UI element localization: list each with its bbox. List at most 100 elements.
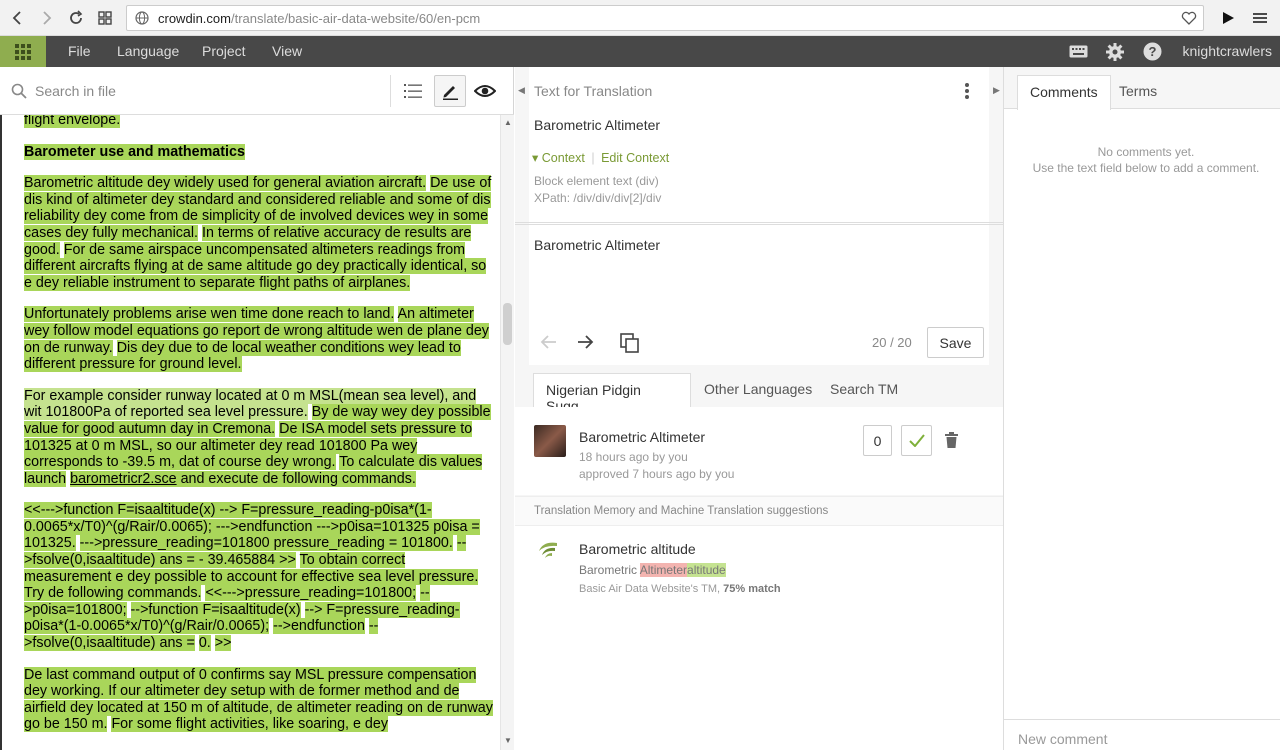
gear-icon[interactable] xyxy=(1105,42,1125,67)
diff-base: Barometric xyxy=(579,563,640,577)
suggestion-card[interactable]: Barometric Altimeter 18 hours ago by you… xyxy=(515,407,1003,495)
tab-terms[interactable]: Terms xyxy=(1107,75,1169,110)
doc-segment[interactable]: For some flight activities, like soaring… xyxy=(111,716,388,733)
doc-segment[interactable]: Unfortunately problems arise wen time do… xyxy=(24,306,395,323)
doc-segment[interactable]: Barometric altitude dey widely used for … xyxy=(24,175,427,192)
doc-segment[interactable]: --->pressure_reading=101800 pressure_rea… xyxy=(79,535,453,552)
doc-heading[interactable]: Barometer use and mathematics xyxy=(24,143,245,160)
tm-header-text: Translation Memory and Machine Translati… xyxy=(534,505,829,517)
menu-file[interactable]: File xyxy=(68,43,91,59)
tabs-grid-icon[interactable] xyxy=(95,8,115,28)
doc-segment[interactable]: and execute de following commands. xyxy=(180,470,416,487)
diff-deleted: Altimeter xyxy=(639,563,688,577)
empty-comments-title: No comments yet. xyxy=(1097,145,1195,159)
heart-icon[interactable] xyxy=(1181,10,1197,31)
help-icon[interactable]: ? xyxy=(1143,42,1162,66)
vote-count[interactable]: 0 xyxy=(863,425,892,456)
source-document-panel: Search in file flight envelope. Baromete… xyxy=(0,67,514,750)
chevron-down-icon[interactable]: ▾ xyxy=(532,151,538,165)
avatar xyxy=(534,425,566,457)
address-bar[interactable]: crowdin.com/translate/basic-air-data-web… xyxy=(126,5,1204,31)
tm-suggestion-text[interactable]: Barometric altitude xyxy=(579,541,696,557)
panel-title: Text for Translation xyxy=(534,83,653,99)
apps-grid-icon[interactable] xyxy=(0,36,46,67)
tm-diff: Barometric Altimeteraltitude xyxy=(579,563,726,577)
copy-source-icon[interactable] xyxy=(620,333,639,358)
scroll-up-icon[interactable]: ▲ xyxy=(504,118,512,127)
suggestion-text[interactable]: Barometric Altimeter xyxy=(579,429,705,445)
source-string: Barometric Altimeter xyxy=(534,117,661,133)
doc-segment[interactable]: For de same airspace uncompensated altim… xyxy=(24,241,487,291)
approve-check-icon[interactable] xyxy=(901,425,932,456)
tm-source-name: Basic Air Data Website's TM, xyxy=(579,583,724,595)
diff-inserted: altitude xyxy=(687,563,726,577)
user-menu[interactable]: knightcrawlers xyxy=(1183,43,1272,59)
edit-context-link[interactable]: Edit Context xyxy=(601,151,669,165)
new-comment-field[interactable]: New comment xyxy=(1004,719,1280,750)
translation-textarea[interactable]: Barometric Altimeter xyxy=(534,237,660,253)
tm-match-percent: 75% match xyxy=(723,583,781,595)
doc-segment[interactable]: <<--->pressure_reading=101800; xyxy=(205,585,417,602)
preview-eye-icon[interactable] xyxy=(469,75,501,107)
url-text: crowdin.com/translate/basic-air-data-web… xyxy=(158,11,481,26)
trash-icon[interactable] xyxy=(945,432,958,453)
doc-link[interactable]: barometricr2.sce xyxy=(70,470,177,487)
translation-panel: ◀ ▶ Text for Translation Barometric Alti… xyxy=(515,67,1003,750)
collapse-left-icon[interactable]: ◀ xyxy=(518,85,525,96)
doc-segment[interactable]: -->function F=isaaltitude(x) xyxy=(130,601,301,618)
menu-view[interactable]: View xyxy=(272,43,302,59)
app-menu-bar: File Language Project View ? knightcrawl… xyxy=(0,36,1280,67)
scroll-down-icon[interactable]: ▼ xyxy=(504,736,512,745)
suggestions-section: Nigerian Pidgin Sugg... Other Languages … xyxy=(515,365,1003,750)
suggestion-meta: 18 hours ago by you xyxy=(579,450,688,464)
divider xyxy=(515,224,1003,225)
collapse-right-icon[interactable]: ▶ xyxy=(993,85,1000,96)
back-icon[interactable] xyxy=(8,8,28,28)
menu-project[interactable]: Project xyxy=(202,43,246,59)
globe-icon xyxy=(135,11,149,30)
right-tabs: Comments Terms xyxy=(1004,67,1280,110)
context-info-line: Block element text (div) xyxy=(534,174,659,188)
context-row: ▾ Context | Edit Context xyxy=(532,151,670,165)
suggestion-tabs: Nigerian Pidgin Sugg... Other Languages … xyxy=(515,365,1003,414)
tab-search-tm[interactable]: Search TM xyxy=(818,373,910,407)
tm-header: Translation Memory and Machine Translati… xyxy=(515,496,1003,526)
save-button[interactable]: Save xyxy=(927,327,984,358)
char-counter: 20 / 20 xyxy=(872,335,912,350)
suggestion-approval: approved 7 hours ago by you xyxy=(579,467,735,481)
divider xyxy=(515,222,1003,223)
arrow-left-icon[interactable] xyxy=(540,333,558,356)
more-options-icon[interactable] xyxy=(964,82,970,105)
doc-segment[interactable]: >> xyxy=(214,635,232,652)
scrollbar-thumb[interactable] xyxy=(503,303,512,345)
context-info: Block element text (div) XPath: /div/div… xyxy=(534,173,661,206)
search-input[interactable]: Search in file xyxy=(35,83,116,99)
browser-toolbar: crowdin.com/translate/basic-air-data-web… xyxy=(0,0,1280,36)
arrow-right-icon[interactable] xyxy=(576,333,594,356)
forward-icon[interactable] xyxy=(36,8,56,28)
source-document: flight envelope. Barometer use and mathe… xyxy=(0,115,500,750)
comments-panel: Comments Terms No comments yet. Use the … xyxy=(1003,67,1280,750)
reload-icon[interactable] xyxy=(66,8,86,28)
tab-pidgin-suggestions[interactable]: Nigerian Pidgin Sugg... xyxy=(533,373,691,414)
tm-suggestion-card[interactable]: Barometric altitude Barometric Altimeter… xyxy=(515,526,1003,750)
menu-language[interactable]: Language xyxy=(117,43,179,59)
context-toggle[interactable]: Context xyxy=(542,151,585,165)
tab-other-languages[interactable]: Other Languages xyxy=(692,373,824,407)
empty-comments-hint: Use the text field below to add a commen… xyxy=(1032,161,1260,175)
empty-comments-message: No comments yet. Use the text field belo… xyxy=(1004,144,1280,176)
list-view-icon[interactable] xyxy=(397,75,429,107)
new-comment-placeholder: New comment xyxy=(1018,731,1108,747)
keyboard-icon[interactable] xyxy=(1069,45,1088,63)
doc-segment[interactable]: -->endfunction xyxy=(273,618,365,635)
doc-segment[interactable]: 0. xyxy=(198,635,211,652)
document-scrollbar[interactable]: ▲ ▼ xyxy=(500,115,514,750)
tab-comments[interactable]: Comments xyxy=(1017,75,1111,110)
browser-menu-icon[interactable] xyxy=(1250,8,1270,28)
search-icon xyxy=(11,83,27,104)
tm-logo-icon xyxy=(537,541,559,564)
flag-icon[interactable] xyxy=(1218,8,1238,28)
edit-mode-pencil-icon[interactable] xyxy=(434,75,466,107)
doc-segment[interactable]: Try de following commands. xyxy=(24,585,202,602)
doc-segment[interactable]: flight envelope. xyxy=(24,115,121,128)
